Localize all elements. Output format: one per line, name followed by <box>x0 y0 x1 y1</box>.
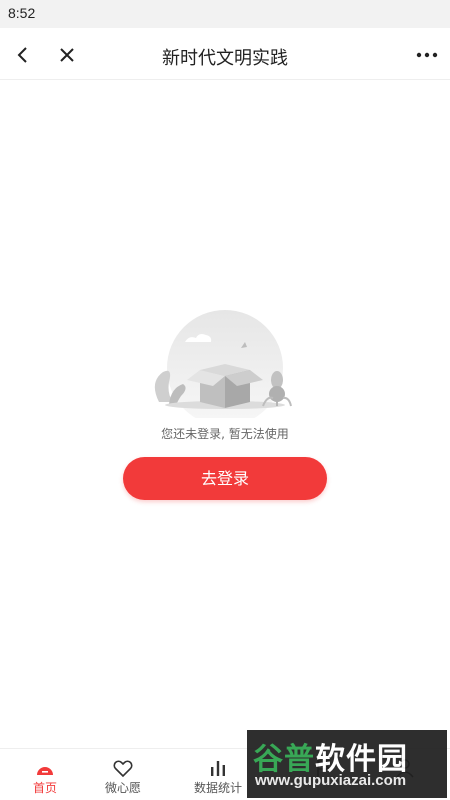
chevron-left-icon[interactable] <box>10 42 36 68</box>
empty-box-icon <box>145 308 305 426</box>
tab-wishes[interactable]: 微心愿 <box>78 749 168 800</box>
close-icon[interactable] <box>54 42 80 68</box>
empty-state-message: 您还未登录, 暂无法使用 <box>161 427 289 441</box>
heart-icon <box>111 757 135 779</box>
tab-label: 微心愿 <box>104 781 141 795</box>
bar-chart-icon <box>206 757 230 779</box>
status-time: 8:52 <box>8 5 36 21</box>
watermark-url: www.gupuxiazai.com <box>255 772 407 789</box>
watermark: 谷普软件园 www.gupuxiazai.com <box>247 730 447 798</box>
home-icon <box>33 757 57 779</box>
tab-label: 首页 <box>32 781 57 795</box>
login-button[interactable]: 去登录 <box>123 457 327 500</box>
navigation-bar: 新时代文明实践 <box>0 28 450 80</box>
page-title: 新时代文明实践 <box>162 48 288 69</box>
tab-home[interactable]: 首页 <box>0 749 90 800</box>
status-bar: 8:52 <box>0 0 450 28</box>
more-horizontal-icon[interactable] <box>412 42 442 68</box>
